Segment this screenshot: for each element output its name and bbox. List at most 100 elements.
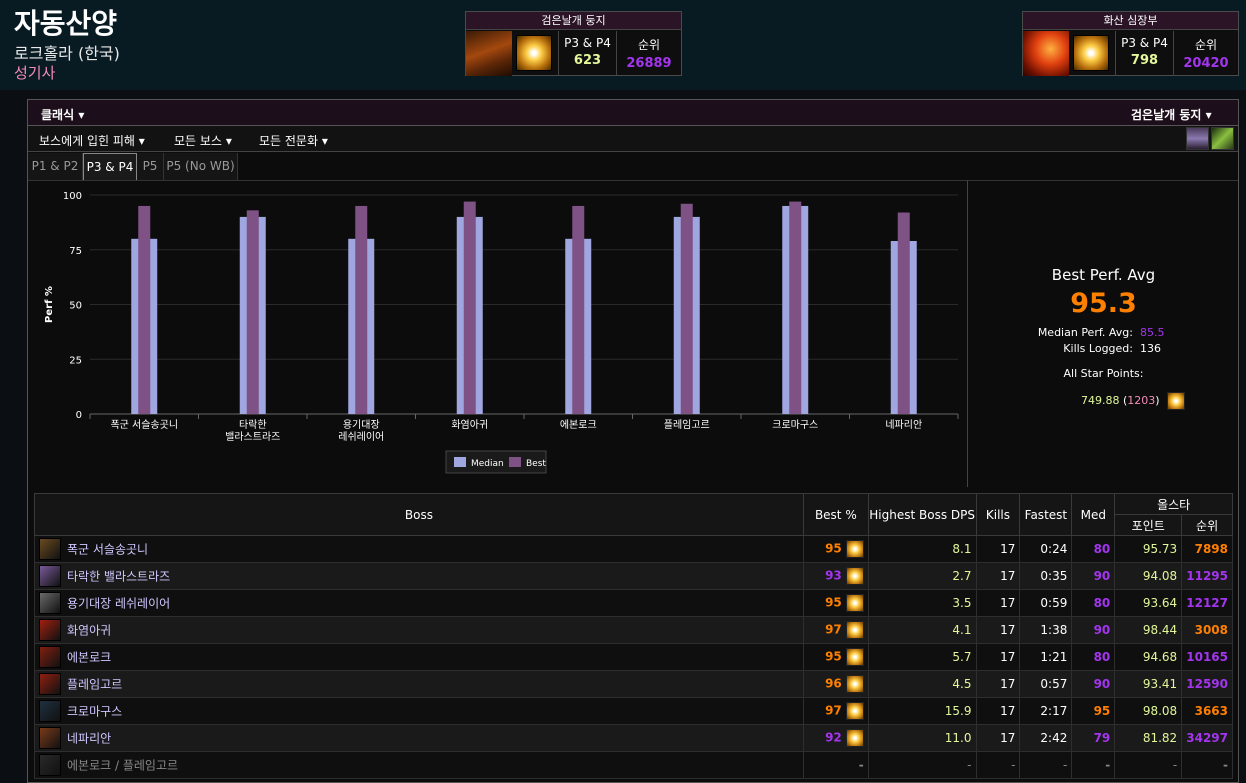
allstar-rank-cell: - <box>1181 751 1233 779</box>
allstar-rank-cell-value: 12590 <box>1186 677 1228 691</box>
median-cell: 90 <box>1071 670 1116 698</box>
allstar-rank-cell-value: - <box>1223 758 1228 772</box>
dps-cell-value: 4.5 <box>952 677 972 691</box>
character-name: 자동산양 <box>14 7 118 40</box>
boss-portrait-icon <box>39 565 61 587</box>
allstar-rank-cell: 3008 <box>1181 616 1233 644</box>
col-boss[interactable]: Boss <box>34 493 804 536</box>
dps-cell: - <box>867 751 977 779</box>
fastest-cell: 0:59 <box>1019 589 1073 617</box>
boss-name-link[interactable]: 타락한 밸라스트라즈 <box>67 570 170 584</box>
chevron-down-icon: ▾ <box>225 134 232 148</box>
best-percent-cell: - <box>802 751 869 779</box>
boss-name-link[interactable]: 에본로크 / 플레임고르 <box>67 759 178 773</box>
boss-name-link[interactable]: 용기대장 레쉬레이어 <box>67 597 170 611</box>
boss-cell: 용기대장 레쉬레이어 <box>34 589 804 617</box>
col-highest-dps[interactable]: Highest Boss DPS <box>867 493 977 536</box>
allstar-points: 749.88 <box>1081 394 1120 407</box>
table-row[interactable]: 플레임고르 96 4.5 17 0:57 90 93.41 12590 <box>34 670 1233 698</box>
bar-best <box>572 205 585 414</box>
dps-cell: 15.9 <box>867 697 977 725</box>
metric-dropdown[interactable]: 보스에게 입힌 피해 ▾ <box>39 132 145 149</box>
allstar-points-cell: 94.08 <box>1114 562 1183 590</box>
holy-spec-icon <box>516 35 552 71</box>
col-rank[interactable]: 순위 <box>1181 514 1233 536</box>
col-fastest[interactable]: Fastest <box>1019 493 1073 536</box>
rank-label: 순위 <box>1194 38 1218 52</box>
boss-cell: 타락한 밸라스트라즈 <box>34 562 804 590</box>
fastest-cell-value: 1:21 <box>1040 650 1068 664</box>
fastest-cell: 2:42 <box>1019 724 1073 752</box>
fastest-cell: 0:24 <box>1019 535 1073 563</box>
legend-swatch-median <box>454 457 466 467</box>
fastest-cell-value: 1:38 <box>1040 623 1068 637</box>
boss-cell: 플레임고르 <box>34 670 804 698</box>
table-row[interactable]: 네파리안 92 11.0 17 2:42 79 81.82 34297 <box>34 724 1233 752</box>
allstar-points-cell: - <box>1114 751 1183 779</box>
kills-cell-value: 17 <box>1000 650 1016 664</box>
tab-p1-p2[interactable]: P1 & P2 <box>28 153 83 180</box>
fastest-cell: 1:38 <box>1019 616 1073 644</box>
legend-label-median: Median <box>471 459 504 469</box>
table-row[interactable]: 타락한 밸라스트라즈 93 2.7 17 0:35 90 94.08 11295 <box>34 562 1233 590</box>
dps-cell-value: 15.9 <box>944 704 972 718</box>
col-points[interactable]: 포인트 <box>1114 514 1183 536</box>
col-med[interactable]: Med <box>1071 493 1116 536</box>
boss-name-link[interactable]: 크로마구스 <box>67 705 122 719</box>
holy-spec-icon <box>845 702 864 720</box>
summary-panel: Best Perf. Avg 95.3 Median Perf. Avg: 85… <box>967 180 1238 487</box>
allstar-rank-cell-value: 12127 <box>1186 596 1228 610</box>
dps-cell: 8.1 <box>867 535 977 563</box>
median-cell: 80 <box>1071 535 1116 563</box>
kills-cell: 17 <box>975 724 1021 752</box>
x-tick-label: 에본로크 <box>560 419 597 431</box>
best-percent-cell-value: 95 <box>825 649 842 664</box>
boss-cell: 에본로크 <box>34 643 804 671</box>
version-bar: 클래식 ▾ 검은날개 둥지 ▾ <box>28 100 1238 126</box>
key-icon[interactable] <box>1211 127 1234 150</box>
phase-score-cell: P3 & P4 623 <box>558 31 616 76</box>
table-row[interactable]: 폭군 서슬송곳니 95 8.1 17 0:24 80 95.73 7898 <box>34 535 1233 563</box>
tab-p5-no-wb[interactable]: P5 (No WB) <box>164 153 238 180</box>
col-best[interactable]: Best % <box>802 493 869 536</box>
zone-dropdown[interactable]: 검은날개 둥지 ▾ <box>1131 106 1212 123</box>
boss-name-link[interactable]: 네파리안 <box>67 732 111 746</box>
boss-name-link[interactable]: 폭군 서슬송곳니 <box>67 543 148 557</box>
boss-name-link[interactable]: 에본로크 <box>67 651 111 665</box>
x-tick-label: 플레임고르 <box>664 418 710 431</box>
tab-p3-p4[interactable]: P3 & P4 <box>83 153 137 180</box>
boss-name-link[interactable]: 화염아귀 <box>67 624 111 638</box>
allstar-summary: 749.88 (1203) <box>1081 392 1186 410</box>
rank-box-blackwing[interactable]: 검은날개 둥지 P3 & P4 623 순위 26889 <box>465 11 682 76</box>
table-row[interactable]: 크로마구스 97 15.9 17 2:17 95 98.08 3663 <box>34 697 1233 725</box>
median-cell-value: - <box>1105 758 1111 772</box>
compare-icon[interactable] <box>1186 127 1209 150</box>
spec-dropdown[interactable]: 모든 전문화 ▾ <box>259 132 328 149</box>
table-row[interactable]: 에본로크 95 5.7 17 1:21 80 94.68 10165 <box>34 643 1233 671</box>
table-row[interactable]: 화염아귀 97 4.1 17 1:38 90 98.44 3008 <box>34 616 1233 644</box>
col-kills[interactable]: Kills <box>975 493 1021 536</box>
character-realm[interactable]: 로크홀라 (한국) <box>14 40 120 64</box>
kills-cell: 17 <box>975 643 1021 671</box>
boss-cell: 네파리안 <box>34 724 804 752</box>
dps-cell-value: 3.5 <box>952 596 972 610</box>
rank-box-molten-core[interactable]: 화산 심장부 P3 & P4 798 순위 20420 <box>1022 11 1239 76</box>
boss-table-wrap: Boss Best % Highest Boss DPS Kills Faste… <box>34 493 1233 783</box>
table-row[interactable]: 에본로크 / 플레임고르 - - - - - - - <box>34 751 1233 779</box>
allstar-rank-cell-value: 34297 <box>1186 731 1228 745</box>
boss-dropdown[interactable]: 모든 보스 ▾ <box>174 132 232 149</box>
metric-label: 보스에게 입힌 피해 <box>39 134 135 148</box>
fastest-cell: 2:17 <box>1019 697 1073 725</box>
rank-box-title: 검은날개 둥지 <box>466 12 681 30</box>
fastest-cell: - <box>1019 751 1073 779</box>
classic-dropdown[interactable]: 클래식 ▾ <box>41 106 84 123</box>
table-row[interactable]: 용기대장 레쉬레이어 95 3.5 17 0:59 80 93.64 12127 <box>34 589 1233 617</box>
tab-p5[interactable]: P5 <box>137 153 164 180</box>
best-perf-title: Best Perf. Avg <box>1051 266 1156 284</box>
rank-cell: 순위 26889 <box>616 31 681 76</box>
fastest-cell: 0:35 <box>1019 562 1073 590</box>
boss-name-link[interactable]: 플레임고르 <box>67 678 122 692</box>
kills-cell: - <box>975 751 1021 779</box>
holy-spec-icon <box>845 567 864 585</box>
legend-label-best: Best <box>526 459 546 469</box>
